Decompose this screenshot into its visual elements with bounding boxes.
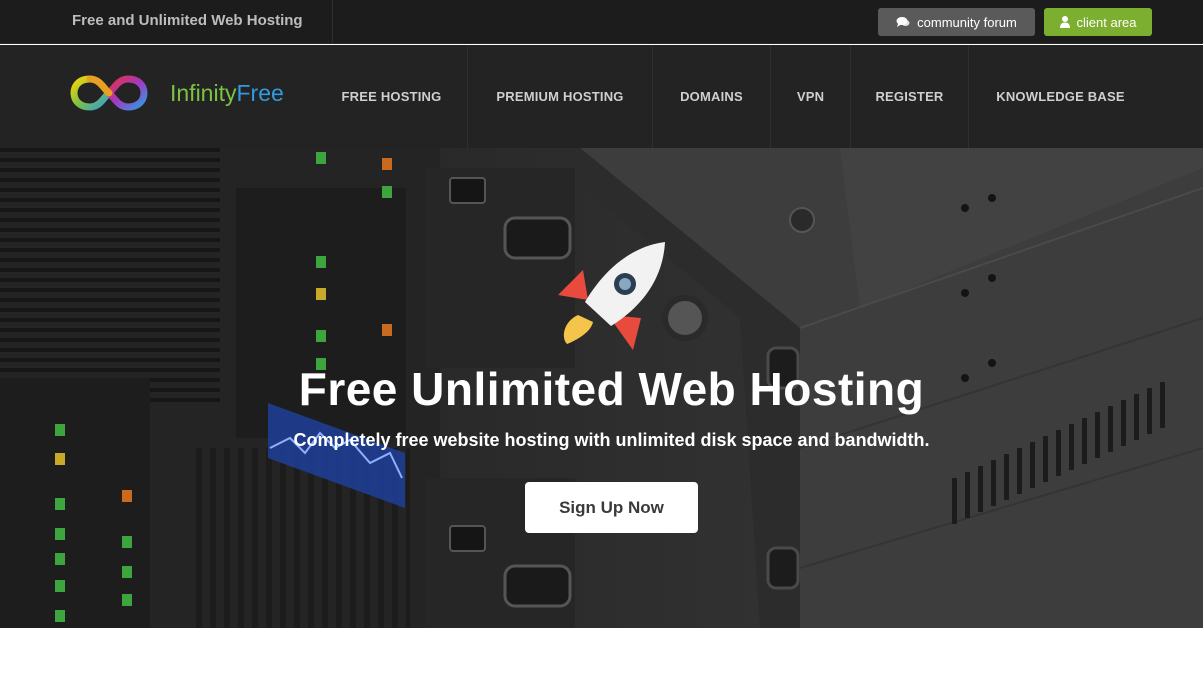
- hero-title: Free Unlimited Web Hosting: [298, 363, 925, 415]
- nav-register[interactable]: REGISTER: [851, 45, 968, 148]
- community-forum-button[interactable]: community forum: [878, 8, 1035, 36]
- comments-icon: [896, 16, 910, 28]
- rocket-icon: [553, 240, 673, 355]
- client-area-button[interactable]: client area: [1044, 8, 1152, 36]
- nav-vpn[interactable]: VPN: [771, 45, 850, 148]
- sign-up-now-button[interactable]: Sign Up Now: [525, 482, 698, 533]
- client-area-label: client area: [1076, 14, 1137, 30]
- main-navigation: InfinityFree FREE HOSTING PREMIUM HOSTIN…: [0, 45, 1203, 148]
- nav-premium-hosting[interactable]: PREMIUM HOSTING: [468, 45, 652, 148]
- user-icon: [1059, 16, 1070, 28]
- top-bar-divider: [332, 0, 333, 44]
- nav-domains[interactable]: DOMAINS: [653, 45, 770, 148]
- site-tagline: Free and Unlimited Web Hosting: [72, 12, 303, 29]
- page-content-area: [0, 628, 1203, 676]
- nav-knowledge-base[interactable]: KNOWLEDGE BASE: [969, 45, 1152, 148]
- infinityfree-logo[interactable]: InfinityFree: [70, 71, 300, 115]
- top-bar: Free and Unlimited Web Hosting community…: [0, 0, 1203, 44]
- logo-wordmark: InfinityFree: [170, 79, 284, 106]
- community-forum-label: community forum: [917, 14, 1017, 30]
- nav-free-hosting[interactable]: FREE HOSTING: [316, 45, 467, 148]
- infinity-logo-icon: [70, 75, 148, 111]
- hero-subtitle: Completely free website hosting with unl…: [293, 430, 930, 450]
